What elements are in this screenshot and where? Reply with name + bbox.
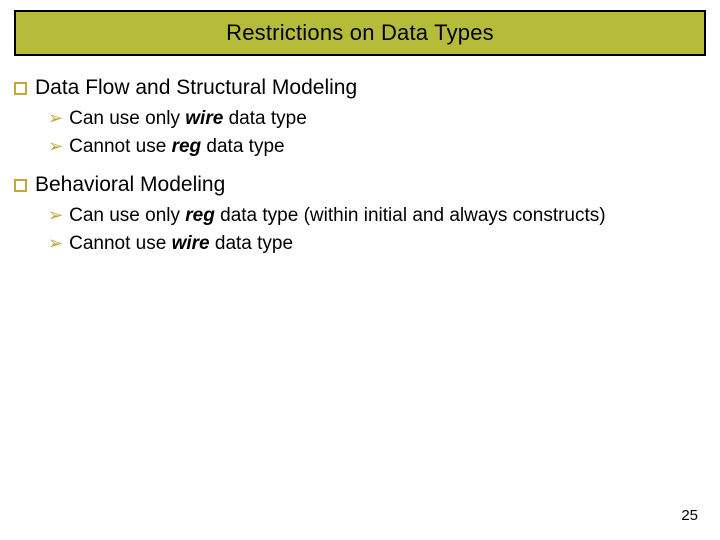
- arrow-icon: ➢: [48, 233, 63, 253]
- list-item: ➢ Can use only reg data type (within init…: [48, 203, 706, 229]
- arrow-icon: ➢: [48, 205, 63, 225]
- item-keyword: reg: [185, 205, 215, 226]
- slide: Restrictions on Data Types Data Flow and…: [0, 0, 720, 540]
- section-heading-2: Behavioral Modeling: [14, 173, 706, 197]
- item-post: data type: [223, 108, 306, 129]
- item-post: data type: [210, 233, 293, 254]
- item-keyword: reg: [172, 136, 202, 157]
- item-post: data type: [201, 136, 284, 157]
- arrow-icon: ➢: [48, 108, 63, 128]
- list-item: ➢ Cannot use reg data type: [48, 134, 706, 160]
- slide-title-bar: Restrictions on Data Types: [14, 10, 706, 56]
- sub-list-2: ➢ Can use only reg data type (within init…: [14, 203, 706, 256]
- list-item: ➢ Cannot use wire data type: [48, 231, 706, 257]
- section-heading-1-text: Data Flow and Structural Modeling: [35, 76, 357, 99]
- square-bullet-icon: [14, 179, 27, 192]
- section-heading-2-text: Behavioral Modeling: [35, 173, 225, 196]
- item-pre: Can use only: [69, 108, 185, 129]
- item-pre: Cannot use: [69, 233, 171, 254]
- page-number: 25: [681, 507, 698, 524]
- slide-content: Data Flow and Structural Modeling ➢ Can u…: [14, 56, 706, 257]
- square-bullet-icon: [14, 82, 27, 95]
- item-keyword: wire: [172, 233, 210, 254]
- sub-list-1: ➢ Can use only wire data type ➢ Cannot use…: [14, 106, 706, 159]
- item-keyword: wire: [185, 108, 223, 129]
- list-item: ➢ Can use only wire data type: [48, 106, 706, 132]
- arrow-icon: ➢: [48, 136, 63, 156]
- slide-title-text: Restrictions on Data Types: [226, 20, 494, 45]
- item-post: data type (within initial and always con…: [215, 205, 606, 226]
- section-heading-1: Data Flow and Structural Modeling: [14, 76, 706, 100]
- item-pre: Cannot use: [69, 136, 171, 157]
- item-pre: Can use only: [69, 205, 185, 226]
